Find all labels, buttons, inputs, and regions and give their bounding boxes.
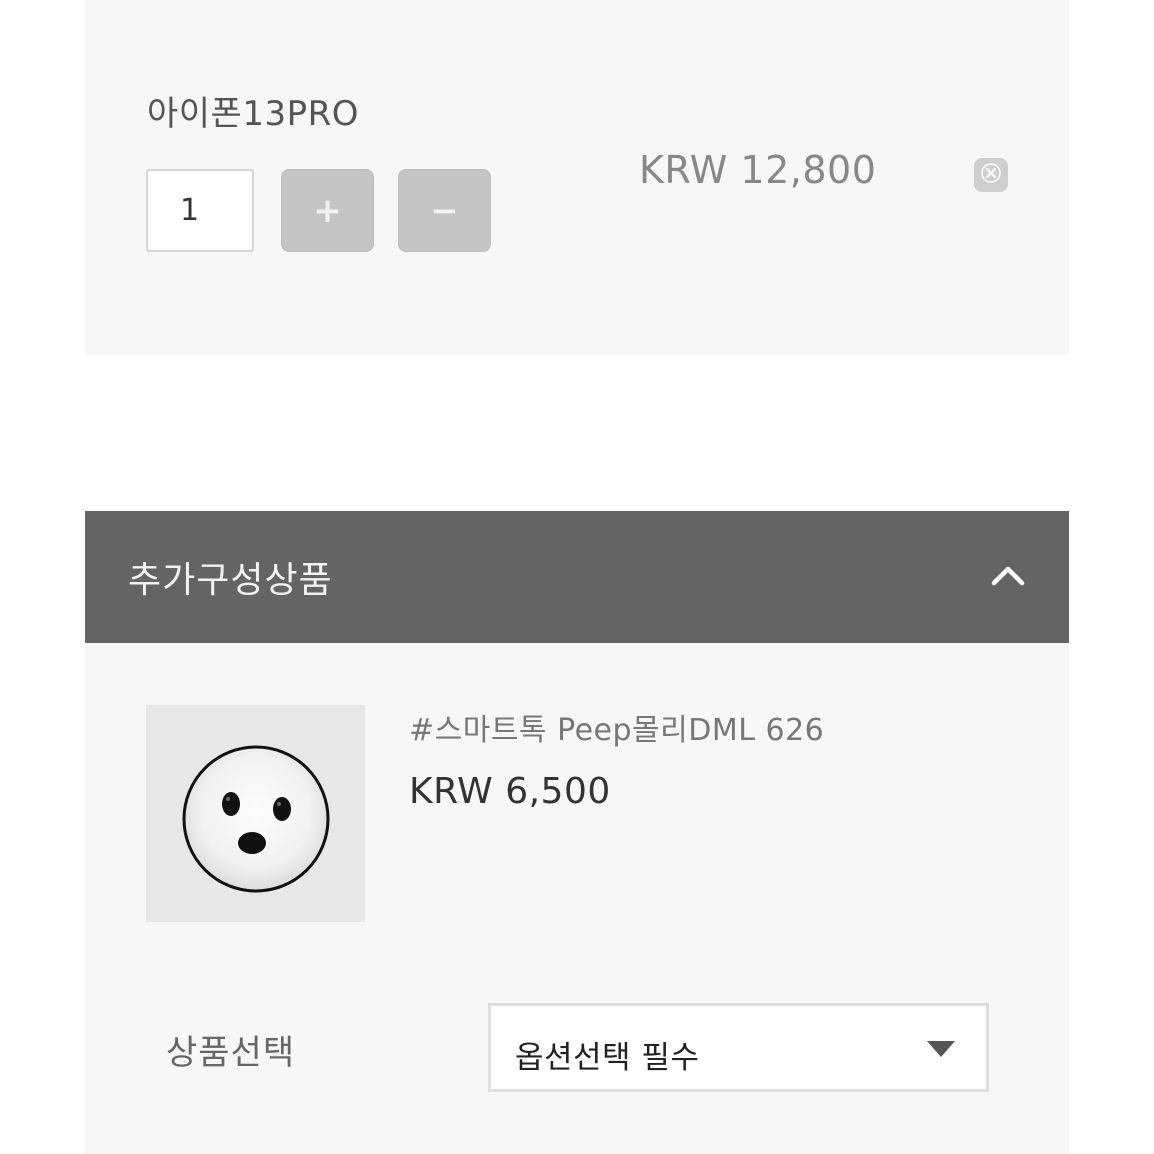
addon-section-header[interactable]: 추가구성상품 [85,511,1069,643]
remove-item-button[interactable] [974,158,1008,192]
quantity-input[interactable] [146,169,254,252]
caret-down-icon [927,1041,955,1057]
addon-product-price: KRW 6,500 [409,771,611,812]
option-select-value: 옵션선택 필수 [515,1040,700,1076]
close-icon [981,163,1001,187]
option-select-label: 상품선택 [166,1033,296,1073]
quantity-increase-button[interactable]: + [281,169,374,252]
selected-product-price: KRW 12,800 [639,148,877,192]
addon-product-thumbnail[interactable] [146,705,365,922]
quantity-decrease-button[interactable]: − [398,169,491,252]
option-select-dropdown[interactable]: 옵션선택 필수 [488,1003,989,1092]
chevron-up-icon [990,563,1026,591]
selected-product-name: 아이폰13PRO [147,94,359,134]
peep-griptok-image [182,745,330,893]
addon-product-name[interactable]: #스마트톡 Peep몰리DML 626 [409,705,824,749]
addon-section-body: #스마트톡 Peep몰리DML 626 KRW 6,500 상품선택 옵션선택 … [85,643,1069,1154]
selected-product-panel: 아이폰13PRO + − KRW 12,800 [85,0,1069,355]
product-option-page: 아이폰13PRO + − KRW 12,800 추가구성상품 [0,0,1154,1154]
collapse-toggle-button[interactable] [985,559,1031,595]
addon-section-title: 추가구성상품 [128,560,333,601]
